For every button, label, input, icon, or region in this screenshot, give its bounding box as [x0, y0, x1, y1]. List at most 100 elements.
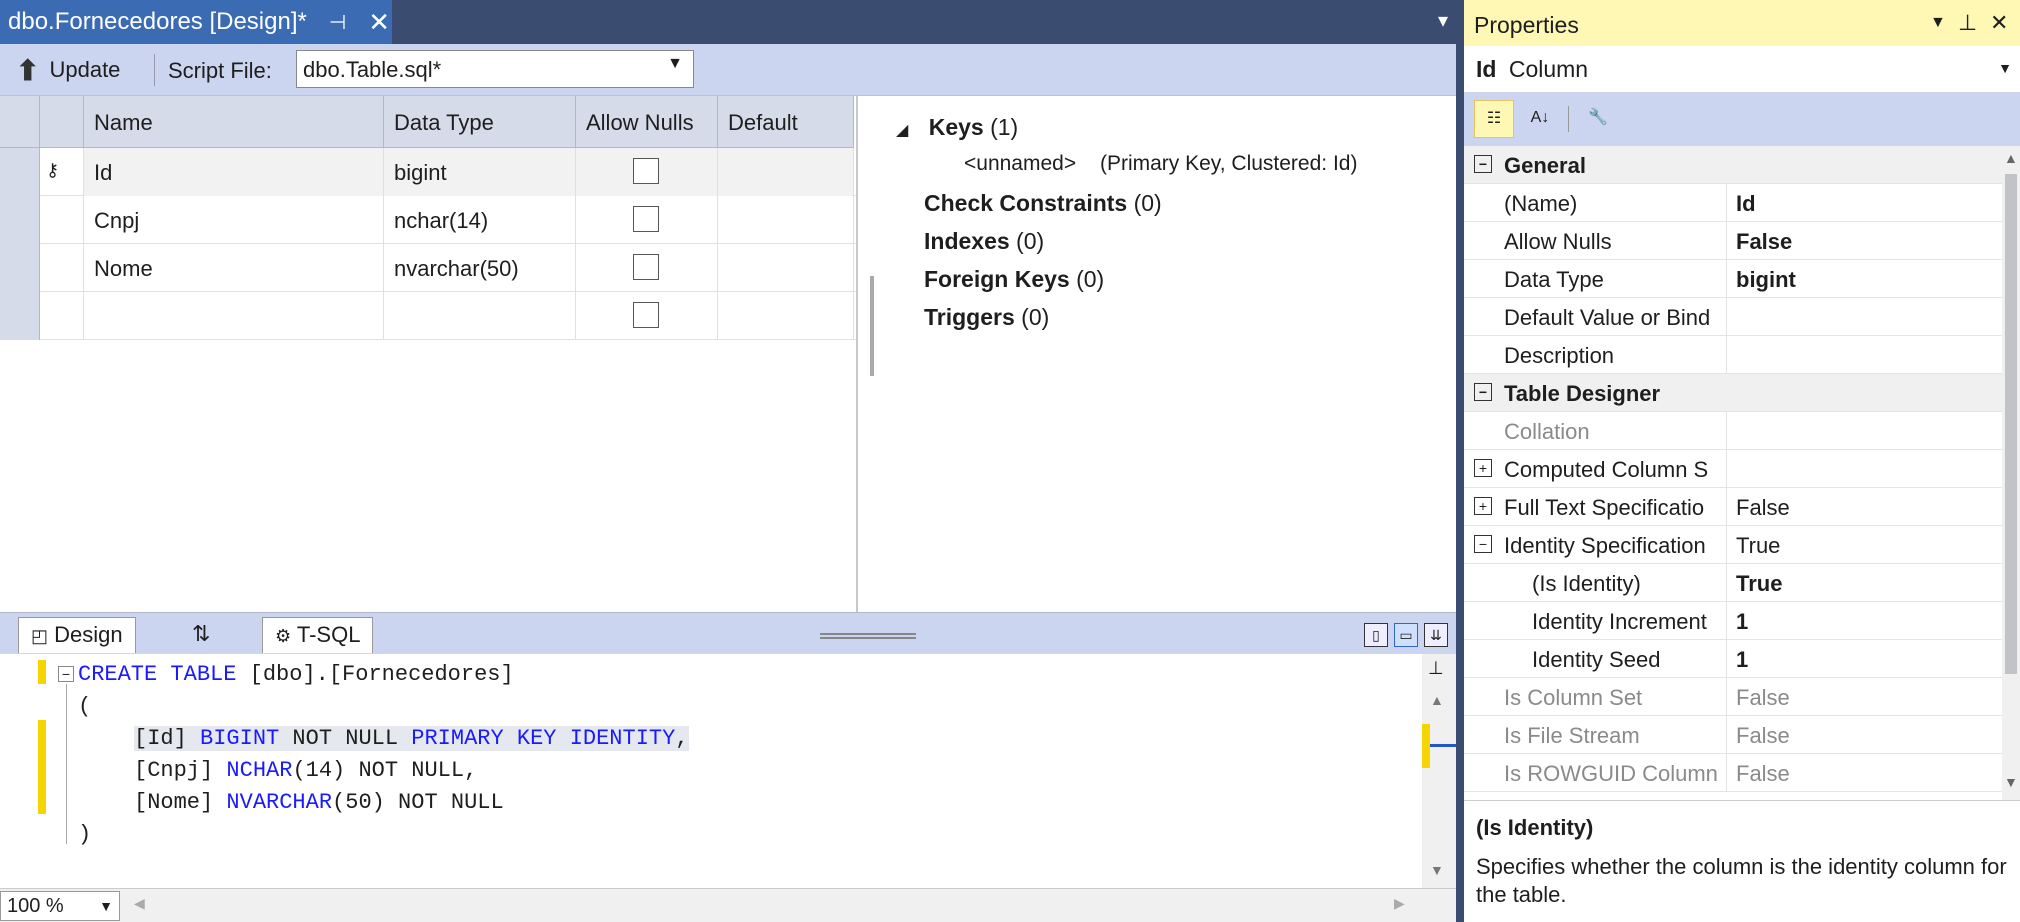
scroll-up-icon[interactable]: ▲: [2004, 150, 2018, 166]
key-cell: [40, 292, 84, 340]
table-row[interactable]: Nome nvarchar(50): [0, 244, 856, 292]
scroll-down-icon[interactable]: ▼: [2004, 774, 2018, 790]
script-file-select[interactable]: dbo.Table.sql* ▼: [296, 50, 694, 88]
property-pages-icon[interactable]: 🔧: [1578, 100, 1618, 138]
header-default[interactable]: Default: [718, 96, 854, 148]
collapse-triangle-icon[interactable]: ◢: [896, 122, 908, 139]
allow-nulls-checkbox[interactable]: [633, 254, 659, 280]
alphabetical-sort-icon[interactable]: A↓: [1520, 100, 1560, 138]
property-row[interactable]: Description: [1464, 336, 2002, 374]
allow-nulls-checkbox[interactable]: [633, 158, 659, 184]
split-vertical-icon[interactable]: ▯: [1364, 623, 1388, 647]
cell-data-type[interactable]: nvarchar(50): [384, 244, 576, 292]
row-header[interactable]: [0, 196, 40, 244]
cell-data-type[interactable]: bigint: [384, 148, 576, 196]
collapse-icon[interactable]: −: [1474, 383, 1492, 401]
cell-allow-nulls: [576, 292, 718, 340]
property-row[interactable]: + Full Text Specificatio False: [1464, 488, 2002, 526]
property-row[interactable]: Is Column Set False: [1464, 678, 2002, 716]
cell-name[interactable]: Nome: [84, 244, 384, 292]
foreign-keys-node[interactable]: Foreign Keys (0): [924, 266, 1104, 293]
expand-icon[interactable]: +: [1474, 497, 1492, 515]
property-row[interactable]: Is File Stream False: [1464, 716, 2002, 754]
allow-nulls-checkbox[interactable]: [633, 206, 659, 232]
tab-design[interactable]: ◰ Design: [18, 617, 136, 653]
tab-tsql[interactable]: ⚙ T-SQL: [262, 617, 374, 653]
table-row[interactable]: ⚷ Id bigint: [0, 148, 856, 196]
split-editor-icon[interactable]: ⊥: [1428, 658, 1444, 679]
scroll-down-icon[interactable]: ▼: [1430, 862, 1444, 878]
scroll-right-icon[interactable]: ▶: [1394, 895, 1405, 912]
category-table-designer[interactable]: − Table Designer: [1464, 374, 2002, 412]
cell-default[interactable]: [718, 148, 854, 196]
property-row[interactable]: Data Type bigint: [1464, 260, 2002, 298]
property-row[interactable]: Is ROWGUID Column False: [1464, 754, 2002, 792]
property-value: False: [1736, 685, 1790, 710]
collapse-icon[interactable]: −: [1474, 535, 1492, 553]
split-horizontal-icon[interactable]: ▭: [1394, 623, 1418, 647]
collapse-icon[interactable]: −: [1474, 155, 1492, 173]
vertical-splitter[interactable]: [870, 276, 874, 376]
scroll-left-icon[interactable]: ◀: [134, 895, 145, 912]
update-button[interactable]: ⬆ Update: [16, 52, 120, 88]
cell-default[interactable]: [718, 292, 854, 340]
property-row[interactable]: (Name) Id: [1464, 184, 2002, 222]
property-value: 1: [1736, 609, 1749, 634]
property-row[interactable]: + Computed Column S: [1464, 450, 2002, 488]
collapse-pane-icon[interactable]: ⇊: [1424, 623, 1448, 647]
row-header[interactable]: [0, 292, 40, 340]
column-divider: [1726, 260, 1727, 298]
property-row[interactable]: Identity Increment 1: [1464, 602, 2002, 640]
collapse-region-icon[interactable]: −: [58, 666, 74, 682]
row-header[interactable]: [0, 244, 40, 292]
document-tab[interactable]: dbo.Fornecedores [Design]* ⊣ ✕: [0, 0, 392, 44]
close-icon[interactable]: ✕: [1990, 10, 2008, 36]
close-icon[interactable]: ✕: [368, 7, 390, 38]
cell-name[interactable]: [84, 292, 384, 340]
pin-icon[interactable]: ⊥: [1958, 10, 1977, 36]
cell-default[interactable]: [718, 244, 854, 292]
properties-scrollbar[interactable]: ▲ ▼: [2002, 146, 2020, 800]
allow-nulls-checkbox[interactable]: [633, 302, 659, 328]
scroll-up-icon[interactable]: ▲: [1430, 692, 1444, 708]
header-name[interactable]: Name: [84, 96, 384, 148]
cell-data-type[interactable]: nchar(14): [384, 196, 576, 244]
cell-name[interactable]: Cnpj: [84, 196, 384, 244]
check-constraints-node[interactable]: Check Constraints (0): [924, 190, 1162, 217]
cell-name[interactable]: Id: [84, 148, 384, 196]
property-row[interactable]: Identity Seed 1: [1464, 640, 2002, 678]
table-row[interactable]: [0, 292, 856, 340]
category-general[interactable]: − General: [1464, 146, 2002, 184]
swap-panes-icon[interactable]: ⇅: [180, 617, 222, 653]
object-name: Id: [1476, 56, 1497, 82]
tsql-editor[interactable]: − CREATE TABLE [dbo].[Fornecedores] ( [I…: [0, 654, 1456, 888]
table-row[interactable]: Cnpj nchar(14): [0, 196, 856, 244]
zoom-select[interactable]: 100 % ▼: [0, 891, 120, 921]
grid-corner[interactable]: [0, 96, 40, 148]
object-selector[interactable]: Id Column ▼: [1464, 46, 2020, 92]
cell-data-type[interactable]: [384, 292, 576, 340]
indexes-node[interactable]: Indexes (0): [924, 228, 1044, 255]
pin-icon[interactable]: ⊣: [329, 10, 346, 35]
categorized-icon[interactable]: ☷: [1474, 100, 1514, 138]
triggers-node[interactable]: Triggers (0): [924, 304, 1049, 331]
row-header[interactable]: [0, 148, 40, 196]
header-data-type[interactable]: Data Type: [384, 96, 576, 148]
code-line-3: [Id] BIGINT NOT NULL PRIMARY KEY IDENTIT…: [134, 726, 689, 751]
cell-default[interactable]: [718, 196, 854, 244]
editor-scrollbar[interactable]: ⊥ ▲ ▼: [1422, 654, 1456, 888]
property-row[interactable]: − Identity Specification True: [1464, 526, 2002, 564]
scroll-thumb[interactable]: [2005, 174, 2017, 674]
window-menu-icon[interactable]: ▼: [1930, 14, 1946, 32]
expand-icon[interactable]: +: [1474, 459, 1492, 477]
horizontal-splitter[interactable]: [820, 633, 916, 639]
key-item[interactable]: <unnamed> (Primary Key, Clustered: Id): [964, 152, 1357, 176]
tab-dropdown-icon[interactable]: ▾: [1438, 8, 1448, 33]
property-row[interactable]: (Is Identity) True: [1464, 564, 2002, 602]
property-row[interactable]: Collation: [1464, 412, 2002, 450]
property-row[interactable]: Allow Nulls False: [1464, 222, 2002, 260]
property-value: False: [1736, 723, 1790, 748]
keys-node[interactable]: ◢ Keys (1): [896, 114, 1018, 141]
header-allow-nulls[interactable]: Allow Nulls: [576, 96, 718, 148]
property-row[interactable]: Default Value or Bind: [1464, 298, 2002, 336]
